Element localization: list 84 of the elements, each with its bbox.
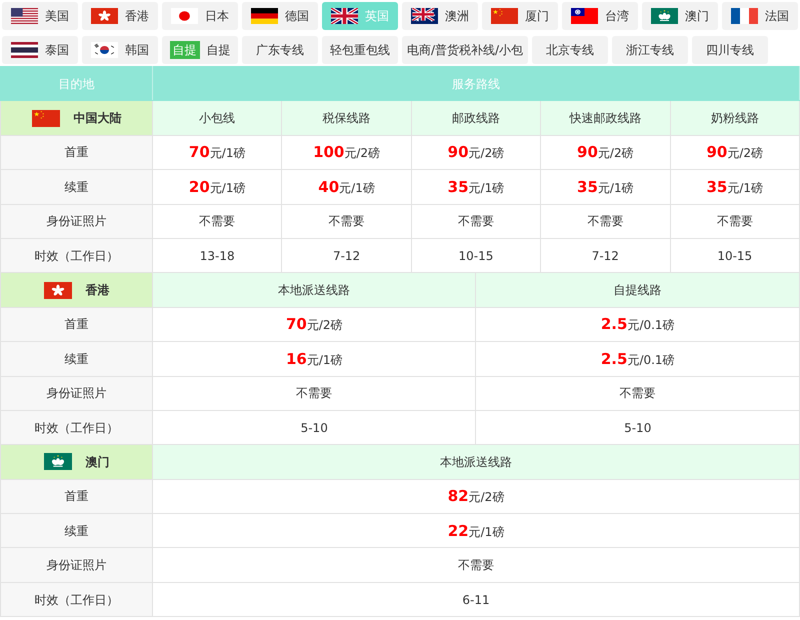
tab[interactable]: 台湾: [562, 2, 638, 30]
route-header: 本地派送线路: [152, 444, 800, 480]
pickup-tag: 自提: [170, 41, 200, 59]
flag-icon: [731, 8, 758, 24]
route-header: 邮政线路: [411, 100, 541, 136]
table-cell: 35元/1磅: [411, 170, 541, 204]
table-cell: 不需要: [476, 376, 800, 410]
tab[interactable]: 轻包重包线: [322, 36, 398, 64]
table-cell: 35元/1磅: [670, 170, 800, 204]
region-name: 澳门: [86, 454, 110, 471]
flag-icon: [32, 110, 60, 127]
row-label: 首重: [0, 135, 152, 170]
row-label: 时效（工作日）: [0, 582, 152, 617]
region-name: 香港: [86, 282, 110, 300]
table-cell: 82元/2磅: [152, 479, 800, 514]
tab[interactable]: 日本: [162, 2, 238, 30]
row-label: 续重: [0, 342, 152, 376]
column-header: 目的地: [0, 66, 152, 101]
table-cell: 不需要: [411, 204, 541, 238]
table-cell: 70元/1磅: [152, 135, 282, 170]
table-cell: 不需要: [282, 204, 412, 238]
table-cell: 不需要: [152, 376, 476, 410]
tab[interactable]: 广东专线: [242, 36, 318, 64]
table-cell: 6-11: [152, 582, 800, 617]
tab[interactable]: 泰国: [2, 36, 78, 64]
tab[interactable]: 自提 自提: [162, 36, 238, 64]
route-header: 快速邮政线路: [540, 100, 670, 136]
row-label: 时效（工作日）: [0, 410, 152, 445]
tab[interactable]: 韩国: [82, 36, 158, 64]
region-name: 中国大陆: [74, 110, 122, 128]
table-cell: 70元/2磅: [152, 307, 476, 342]
route-header: 本地派送线路: [152, 272, 476, 308]
flag-icon: [411, 8, 438, 24]
route-header: 自提线路: [476, 272, 800, 308]
flag-icon: [44, 282, 72, 299]
table-cell: 不需要: [540, 204, 670, 238]
tab[interactable]: 四川专线: [692, 36, 768, 64]
tab[interactable]: 澳洲: [402, 2, 478, 30]
flag-icon: [491, 8, 518, 24]
table-cell: 90元/2磅: [540, 135, 670, 170]
table-cell: 不需要: [152, 548, 800, 582]
table-cell: 35元/1磅: [540, 170, 670, 204]
flag-icon: [11, 42, 38, 58]
table-cell: 100元/2磅: [282, 135, 412, 170]
tab[interactable]: 法国: [722, 2, 798, 30]
column-header: 服务路线: [152, 66, 800, 101]
tab[interactable]: 德国: [242, 2, 318, 30]
flag-icon: [651, 8, 678, 24]
table-cell: 2.5元/0.1磅: [476, 342, 800, 376]
table-cell: 16元/1磅: [152, 342, 476, 376]
flag-icon: [11, 8, 38, 24]
table-cell: 不需要: [670, 204, 800, 238]
row-label: 身份证照片: [0, 204, 152, 238]
row-label: 首重: [0, 479, 152, 514]
table-cell: 不需要: [152, 204, 282, 238]
flag-icon: [251, 8, 278, 24]
table-cell: 90元/2磅: [411, 135, 541, 170]
flag-icon: [571, 8, 598, 24]
flag-icon: [171, 8, 198, 24]
route-header: 奶粉线路: [670, 100, 800, 136]
route-header: 税保线路: [282, 100, 412, 136]
row-label: 时效（工作日）: [0, 238, 152, 273]
tab[interactable]: 浙江专线: [612, 36, 688, 64]
tab[interactable]: 香港: [82, 2, 158, 30]
tab[interactable]: 美国: [2, 2, 78, 30]
table-cell: 2.5元/0.1磅: [476, 307, 800, 342]
table-cell: 90元/2磅: [670, 135, 800, 170]
flag-icon: [331, 8, 358, 24]
table-cell: 20元/1磅: [152, 170, 282, 204]
table-cell: 22元/1磅: [152, 514, 800, 548]
route-header: 小包线: [152, 100, 282, 136]
row-label: 身份证照片: [0, 548, 152, 582]
row-label: 首重: [0, 307, 152, 342]
row-label: 续重: [0, 170, 152, 204]
tab[interactable]: 澳门: [642, 2, 718, 30]
row-label: 续重: [0, 514, 152, 548]
tab[interactable]: 厦门: [482, 2, 558, 30]
flag-icon: [91, 8, 118, 24]
tab[interactable]: 北京专线: [532, 36, 608, 64]
flag-icon: [44, 453, 72, 470]
flag-icon: [91, 42, 118, 58]
table-cell: 40元/1磅: [282, 170, 412, 204]
row-label: 身份证照片: [0, 376, 152, 410]
tab[interactable]: 电商/普货税补线/小包: [402, 36, 528, 64]
